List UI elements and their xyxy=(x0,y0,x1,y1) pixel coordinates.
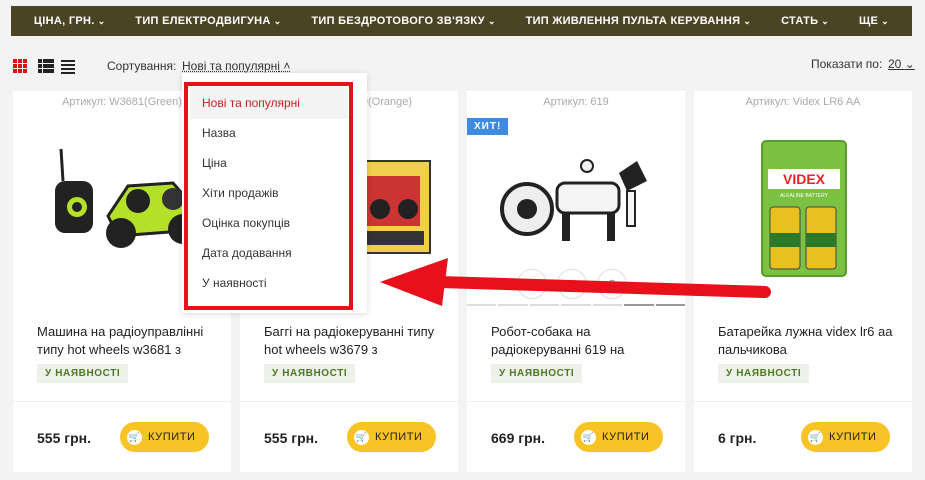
battery-brand-text: VIDEX xyxy=(783,171,826,187)
basket-icon: 🛒 xyxy=(354,429,369,445)
basket-icon: 🛒 xyxy=(581,429,596,445)
buy-button[interactable]: 🛒 КУПИТИ xyxy=(120,422,209,452)
nav-remote-power[interactable]: ТИП ЖИВЛЕННЯ ПУЛЬТА КЕРУВАННЯ ⌄ xyxy=(526,15,752,27)
sort-label: Сортування: xyxy=(107,59,177,73)
buy-button[interactable]: 🛒 КУПИТИ xyxy=(347,422,436,452)
battery-sub-text: ALKALINE BATTERY xyxy=(780,193,829,199)
nav-motor-type[interactable]: ТИП ЕЛЕКТРОДВИГУНА ⌄ xyxy=(135,15,281,27)
product-title[interactable]: Машина на радіоуправлінні типу hot wheel… xyxy=(37,323,212,359)
divider xyxy=(13,401,231,402)
grid-view-icon[interactable] xyxy=(13,59,29,73)
nav-gender[interactable]: СТАТЬ ⌄ xyxy=(781,15,829,27)
divider xyxy=(240,401,458,402)
highlight-box xyxy=(184,82,353,310)
product-title[interactable]: Робот-собака на радіокеруванні 619 на xyxy=(491,323,666,359)
catalog-toolbar: Сортування: Нові та популярні ˄ Показати… xyxy=(0,54,925,78)
divider xyxy=(694,401,912,402)
stock-badge: У НАЯВНОСТІ xyxy=(491,364,583,383)
sort-select[interactable]: Нові та популярні ˄ xyxy=(182,59,290,73)
buy-button[interactable]: 🛒 КУПИТИ xyxy=(801,422,890,452)
compare-icon[interactable]: ⇄ xyxy=(517,269,547,299)
product-title[interactable]: Баггі на радіокеруванні типу hot wheels … xyxy=(264,323,439,359)
divider xyxy=(467,401,685,402)
stock-badge: У НАЯВНОСТІ xyxy=(718,364,810,383)
per-page-label: Показати по: xyxy=(811,57,883,71)
chevron-down-icon: ⌄ xyxy=(97,16,106,26)
stock-badge: У НАЯВНОСТІ xyxy=(37,364,129,383)
chevron-down-icon: ⌄ xyxy=(904,57,915,71)
nav-price[interactable]: ЦІНА, ГРН. ⌄ xyxy=(34,15,106,27)
product-card[interactable]: Артикул: Videx LR6 AA VIDEX ALKALINE BAT… xyxy=(694,91,912,472)
chevron-down-icon: ⌄ xyxy=(273,16,282,26)
product-price: 555 грн. xyxy=(264,430,318,446)
stock-badge: У НАЯВНОСТІ xyxy=(264,364,356,383)
filter-nav-bar: ЦІНА, ГРН. ⌄ ТИП ЕЛЕКТРОДВИГУНА ⌄ ТИП БЕЗД… xyxy=(11,6,912,36)
chevron-down-icon: ⌄ xyxy=(821,16,830,26)
nav-wireless-type[interactable]: ТИП БЕЗДРОТОВОГО ЗВ'ЯЗКУ ⌄ xyxy=(311,15,495,27)
search-icon[interactable]: ⚲ xyxy=(597,269,627,299)
buy-button[interactable]: 🛒 КУПИТИ xyxy=(574,422,663,452)
product-sku: Артикул: 619 xyxy=(543,96,609,108)
basket-icon: 🛒 xyxy=(127,429,142,445)
chevron-down-icon: ⌄ xyxy=(881,16,889,26)
product-price: 6 грн. xyxy=(718,430,757,446)
product-sku: Артикул: Videx LR6 AA xyxy=(745,96,861,108)
chevron-down-icon: ⌄ xyxy=(743,16,752,26)
nav-more[interactable]: ЩЕ ⌄ xyxy=(859,15,889,27)
product-card[interactable]: Артикул: 619 ХИТ! ⇄ ♡ ⚲ Робот-собака на … xyxy=(467,91,685,472)
chevron-down-icon: ⌄ xyxy=(487,16,496,26)
chevron-up-icon: ˄ xyxy=(283,59,291,73)
basket-icon: 🛒 xyxy=(808,429,823,445)
compact-list-view-icon[interactable] xyxy=(61,59,77,74)
product-title[interactable]: Батарейка лужна videx lr6 aa пальчикова xyxy=(718,323,893,359)
image-gallery-indicators xyxy=(467,304,685,306)
quick-actions: ⇄ ♡ ⚲ xyxy=(517,269,627,299)
per-page-select[interactable]: 20 ⌄ xyxy=(888,57,915,71)
list-view-icon[interactable] xyxy=(38,59,54,73)
product-price: 669 грн. xyxy=(491,430,545,446)
wishlist-icon[interactable]: ♡ xyxy=(557,269,587,299)
product-image-robot-dog[interactable] xyxy=(487,121,665,281)
product-price: 555 грн. xyxy=(37,430,91,446)
product-image-battery[interactable]: VIDEX ALKALINE BATTERY xyxy=(714,121,892,281)
